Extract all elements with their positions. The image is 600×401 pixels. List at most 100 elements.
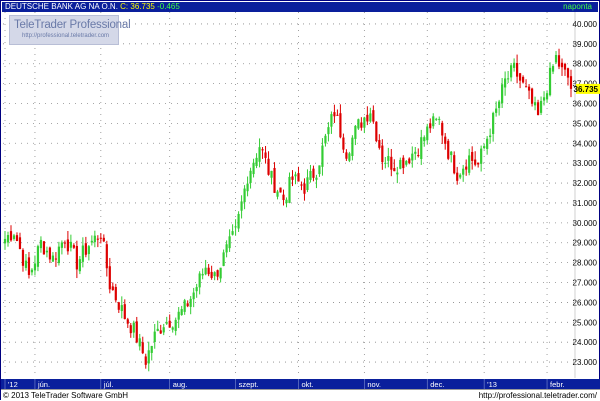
candle-body [303, 183, 306, 194]
candle-body [551, 66, 555, 72]
candle [198, 271, 201, 295]
candle-body [288, 176, 291, 203]
candle-body [447, 140, 450, 159]
candle-body [240, 201, 243, 211]
candle [330, 111, 333, 134]
candle [459, 173, 462, 180]
candle-body [15, 235, 19, 241]
candle [539, 96, 543, 116]
candle-body [294, 174, 297, 177]
candle [279, 187, 282, 193]
candle-body [360, 122, 363, 128]
candle-body [24, 260, 28, 268]
candle-body [351, 137, 354, 156]
candle [84, 236, 87, 258]
price-chart[interactable]: 23.000 24.000 25.000 26.000 27.000 28.000 29.0… [1, 1, 600, 401]
candle [270, 170, 273, 185]
close-value: C: 36.735 [120, 2, 155, 11]
candle-body [501, 84, 504, 104]
candle-body [51, 255, 55, 262]
candle-body [69, 241, 72, 248]
candle [195, 283, 198, 298]
candle-body [42, 241, 46, 255]
candle [69, 234, 72, 252]
candle [54, 252, 58, 267]
x-tick-label: febr. [550, 380, 565, 389]
candle-body [87, 246, 90, 255]
candle-body [402, 157, 405, 169]
candle-body [204, 267, 207, 275]
candle-body [276, 191, 279, 197]
y-tick-label: 40.000 [573, 20, 598, 29]
x-tick-label: nov. [367, 380, 381, 389]
candle-body [333, 112, 336, 117]
candle [24, 253, 28, 271]
candle [288, 172, 291, 204]
candle [93, 230, 96, 248]
candle [312, 165, 315, 182]
y-tick-label: 38.000 [573, 60, 598, 69]
candle-body [521, 76, 525, 83]
period-label[interactable]: naponta [563, 1, 592, 12]
candle-body [228, 236, 231, 249]
candle [291, 170, 294, 187]
candle-body [114, 286, 117, 301]
candle-body [198, 273, 201, 288]
candle [411, 146, 414, 168]
candle [51, 252, 55, 262]
candle-body [539, 100, 543, 113]
candle [462, 164, 465, 182]
candle-body [557, 55, 561, 67]
candle [27, 252, 31, 279]
candle [300, 181, 303, 191]
candle-body [566, 68, 570, 78]
x-tick-label: aug. [173, 380, 188, 389]
candle-body [153, 331, 156, 343]
candle-body [426, 126, 429, 141]
candle-body [393, 168, 396, 172]
candle [489, 128, 492, 144]
candle-body [513, 62, 516, 68]
candle-body [252, 162, 255, 175]
candle-body [339, 113, 342, 138]
candle-body [530, 88, 534, 104]
candle [372, 105, 375, 124]
candle-body [477, 162, 480, 165]
candle [423, 135, 426, 147]
candle [144, 353, 147, 369]
candle-body [279, 187, 282, 193]
candle [192, 287, 195, 308]
candle-body [177, 311, 180, 320]
candle [75, 240, 78, 279]
candle [474, 151, 477, 167]
footer-url-link[interactable]: http://professional.teletrader.com/ [479, 390, 597, 401]
candle-body [159, 330, 162, 334]
candle [414, 146, 417, 160]
candle-body [321, 145, 324, 167]
candle [261, 147, 264, 159]
candle [219, 267, 222, 283]
y-tick-label: 28.000 [573, 259, 598, 268]
candle [231, 224, 234, 236]
candle [105, 240, 108, 277]
candle-body [471, 151, 474, 161]
candle-body [273, 167, 276, 193]
candle-body [408, 158, 411, 164]
candle [333, 104, 336, 123]
change-value: -0.465 [157, 2, 180, 11]
candle [48, 246, 52, 264]
candle [366, 106, 369, 126]
candle-body [435, 118, 438, 120]
x-tick-label: '12 [8, 380, 18, 389]
candle-body [234, 226, 237, 228]
candle [306, 169, 309, 193]
candle-body [147, 350, 150, 364]
chart-title-text: DEUTSCHE BANK AG NA O.N. C: 36.735 -0.46… [5, 1, 180, 12]
candle-body [390, 156, 393, 170]
candle-body [498, 101, 501, 109]
y-tick-label: 39.000 [573, 40, 598, 49]
candle-body [510, 65, 513, 78]
candle [351, 135, 354, 161]
candle-body [387, 155, 390, 161]
candle [141, 336, 144, 355]
